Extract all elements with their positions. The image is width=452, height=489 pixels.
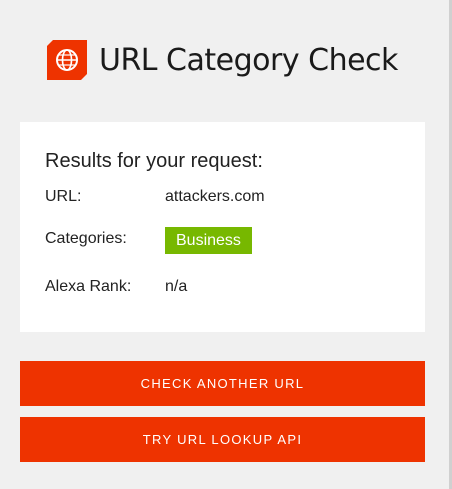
url-label: URL: xyxy=(45,188,82,205)
url-value: attackers.com xyxy=(165,188,265,205)
results-heading: Results for your request: xyxy=(45,150,263,172)
check-another-url-button[interactable]: CHECK ANOTHER URL xyxy=(20,361,425,406)
alexa-rank-label: Alexa Rank: xyxy=(45,278,132,295)
results-card: Results for your request: URL: attackers… xyxy=(20,122,425,332)
page-header: URL Category Check xyxy=(47,40,398,80)
globe-shield-icon xyxy=(47,40,87,80)
categories-label: Categories: xyxy=(45,230,127,247)
try-url-lookup-api-button[interactable]: TRY URL LOOKUP API xyxy=(20,417,425,462)
category-badge: Business xyxy=(165,227,252,254)
alexa-rank-value: n/a xyxy=(165,278,188,295)
page-title: URL Category Check xyxy=(99,42,398,78)
